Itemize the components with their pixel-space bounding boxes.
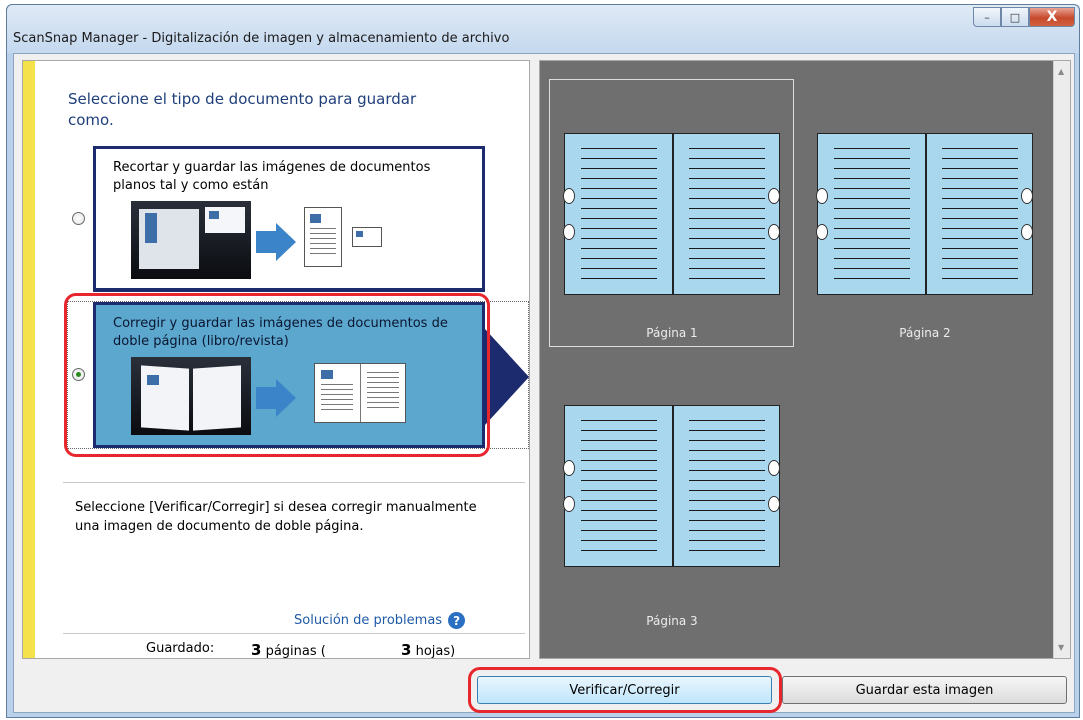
window-title: ScanSnap Manager - Digitalización de ima… bbox=[13, 31, 510, 46]
flat-scan-illustration bbox=[131, 201, 251, 279]
page-thumbnail-2[interactable]: Página 2 bbox=[800, 61, 1060, 351]
app-window: ScanSnap Manager - Digitalización de ima… bbox=[6, 4, 1080, 718]
finger-clip-icon bbox=[816, 224, 828, 240]
verify-help-text: Seleccione [Verificar/Corregir] si desea… bbox=[75, 500, 477, 534]
finger-clip-icon bbox=[563, 496, 575, 512]
highlight-frame-button bbox=[468, 667, 782, 713]
save-image-button[interactable]: Guardar esta imagen bbox=[782, 676, 1067, 704]
highlight-frame-option bbox=[64, 293, 490, 457]
close-button[interactable]: X bbox=[1029, 7, 1075, 27]
finger-clip-icon bbox=[768, 496, 780, 512]
divider bbox=[63, 482, 525, 483]
help-icon: ? bbox=[448, 612, 466, 629]
minimize-button[interactable]: – bbox=[973, 7, 1001, 27]
saved-pages-text: páginas ( bbox=[265, 644, 326, 659]
finger-clip-icon bbox=[1021, 224, 1033, 240]
radio-flat-documents[interactable] bbox=[72, 212, 85, 225]
page-thumbnail-3[interactable]: Página 3 bbox=[540, 381, 800, 651]
finger-clip-icon bbox=[563, 460, 575, 476]
page-thumbnails-panel: Página 1 Página 2 Página 3 ▲ ▼ bbox=[539, 60, 1071, 659]
page-spread-image bbox=[816, 133, 1033, 295]
troubleshooting-link[interactable]: Solución de problemas ? bbox=[294, 612, 466, 629]
saved-sheets-count: 3 bbox=[401, 641, 412, 659]
selection-pointer-arrow bbox=[485, 329, 529, 425]
troubleshooting-label: Solución de problemas bbox=[294, 613, 443, 628]
page-spread-image bbox=[563, 133, 780, 295]
scroll-down-icon[interactable]: ▼ bbox=[1058, 643, 1064, 652]
window-controls: – □ X bbox=[973, 7, 1075, 29]
scroll-up-icon[interactable]: ▲ bbox=[1058, 67, 1064, 76]
accent-bar bbox=[23, 61, 35, 658]
card-output-icon bbox=[352, 227, 382, 247]
document-output-icon bbox=[304, 207, 342, 267]
dialog-body: Seleccione el tipo de documento para gua… bbox=[13, 53, 1075, 713]
page-spread-image bbox=[563, 405, 780, 567]
title-bar: ScanSnap Manager - Digitalización de ima… bbox=[7, 5, 1079, 53]
option-flat-documents[interactable]: Recortar y guardar las imágenes de docum… bbox=[93, 146, 485, 292]
page-label: Página 3 bbox=[646, 614, 698, 628]
arrow-head-icon bbox=[276, 223, 296, 261]
finger-clip-icon bbox=[768, 460, 780, 476]
document-type-prompt: Seleccione el tipo de documento para gua… bbox=[68, 90, 417, 129]
finger-clip-icon bbox=[563, 224, 575, 240]
arrow-icon bbox=[256, 231, 276, 253]
page-label: Página 1 bbox=[646, 326, 698, 340]
finger-clip-icon bbox=[816, 188, 828, 204]
document-type-panel: Seleccione el tipo de documento para gua… bbox=[22, 60, 530, 659]
thumbnails-scrollbar[interactable]: ▲ ▼ bbox=[1053, 61, 1070, 658]
maximize-button[interactable]: □ bbox=[1001, 7, 1029, 27]
saved-label: Guardado: bbox=[146, 641, 215, 656]
page-thumbnail-1[interactable]: Página 1 bbox=[540, 61, 800, 351]
saved-sheets-text: hojas) bbox=[415, 644, 456, 659]
option-flat-label: Recortar y guardar las imágenes de docum… bbox=[113, 160, 431, 193]
finger-clip-icon bbox=[768, 188, 780, 204]
finger-clip-icon bbox=[563, 188, 575, 204]
finger-clip-icon bbox=[768, 224, 780, 240]
finger-clip-icon bbox=[1021, 188, 1033, 204]
saved-pages-count: 3 bbox=[251, 641, 262, 659]
divider bbox=[63, 633, 525, 634]
page-label: Página 2 bbox=[899, 326, 951, 340]
saved-sheets: 3 hojas) bbox=[401, 641, 455, 659]
saved-pages: 3 páginas ( bbox=[251, 641, 326, 659]
